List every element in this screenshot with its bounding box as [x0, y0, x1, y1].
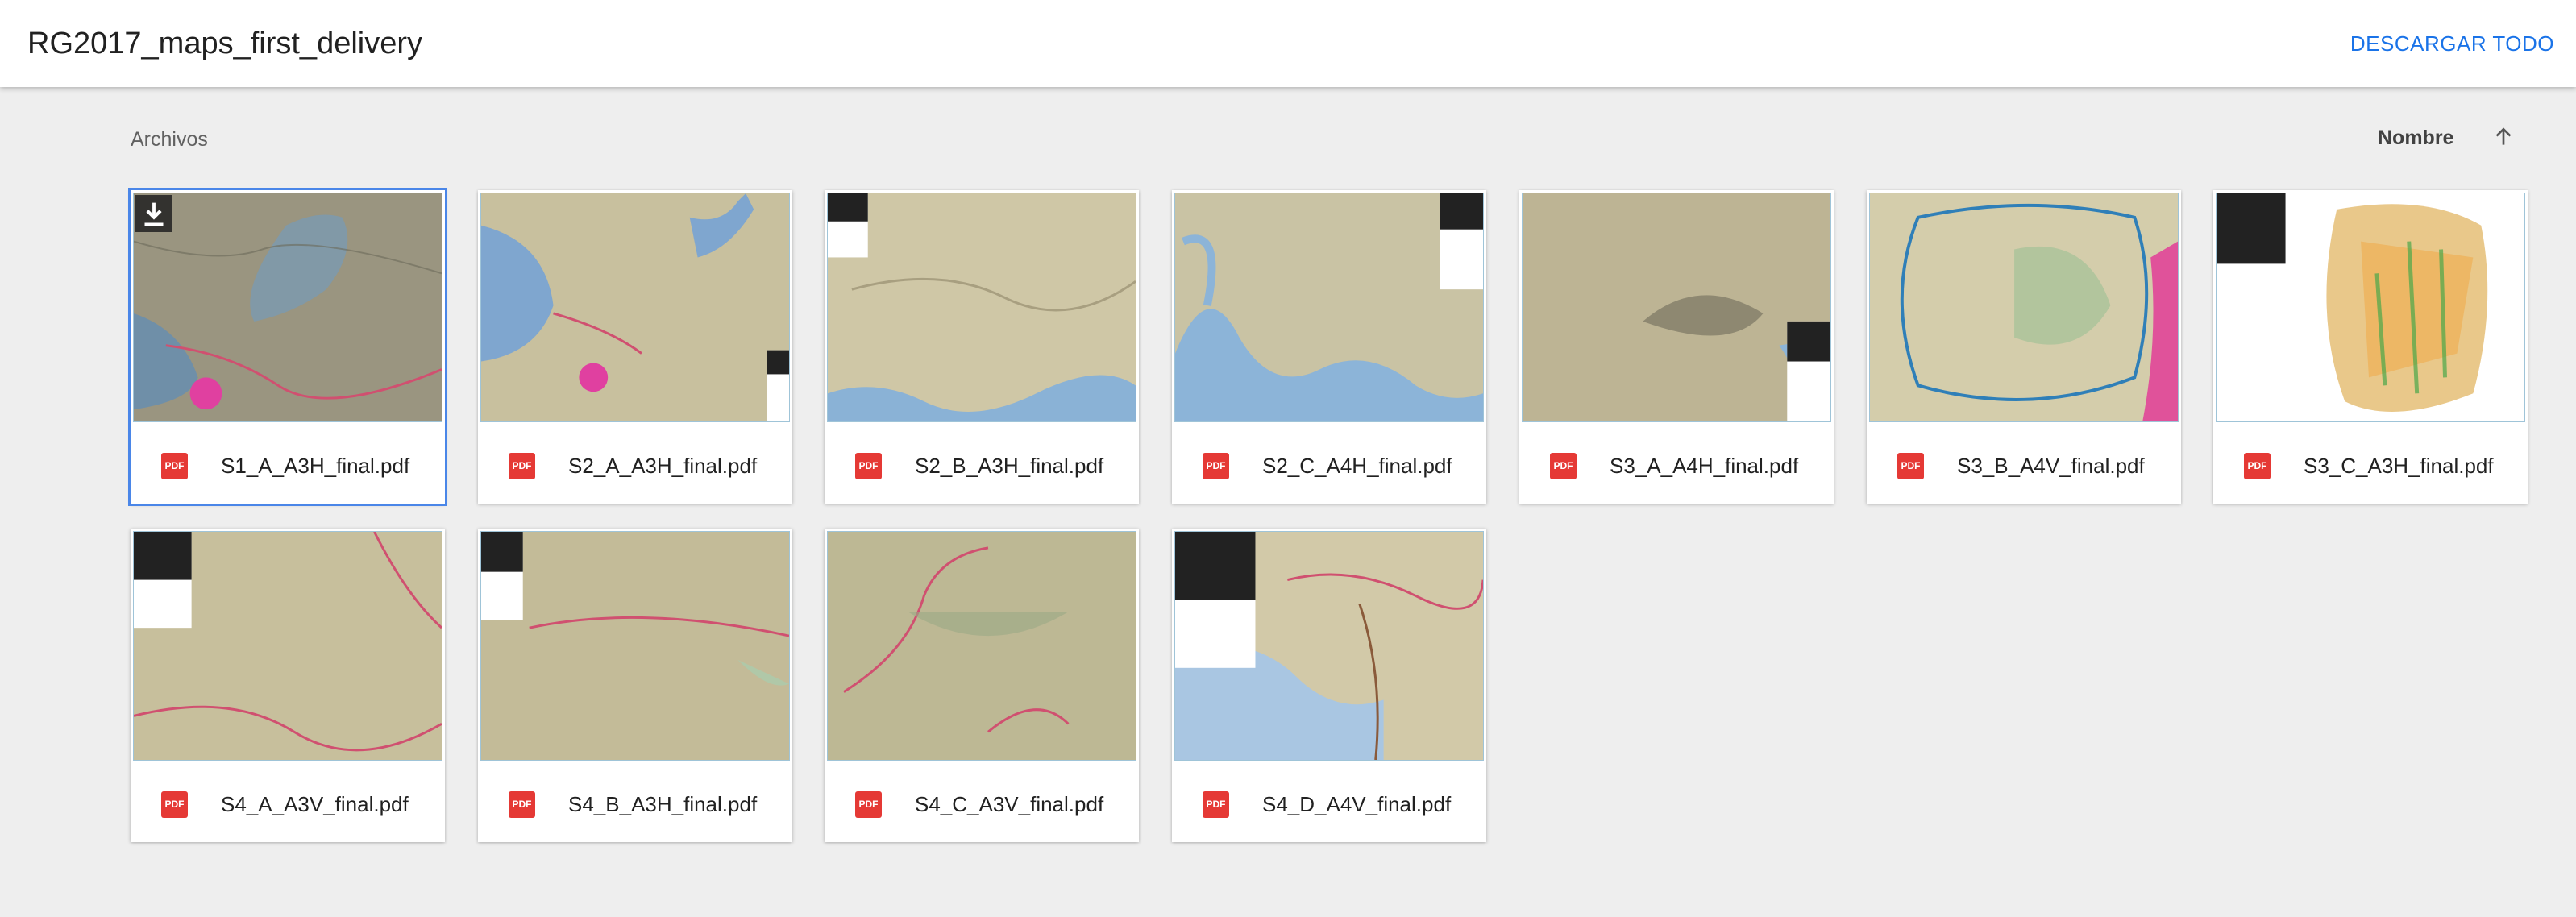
file-name: S2_C_A4H_final.pdf — [1262, 454, 1452, 478]
file-card[interactable]: PDF S3_B_A4V_final.pdf — [1867, 190, 2181, 504]
pdf-icon: PDF — [161, 791, 188, 818]
file-card-footer: PDF S1_A_A3H_final.pdf — [131, 424, 445, 504]
file-card-footer: PDF S4_B_A3H_final.pdf — [478, 762, 792, 842]
file-thumbnail — [133, 193, 442, 422]
pdf-icon: PDF — [509, 453, 535, 479]
file-card[interactable]: PDF S4_C_A3V_final.pdf — [825, 529, 1139, 842]
file-card[interactable]: PDF S4_A_A3V_final.pdf — [131, 529, 445, 842]
file-card-footer: PDF S2_B_A3H_final.pdf — [825, 424, 1139, 504]
file-card-footer: PDF S3_A_A4H_final.pdf — [1519, 424, 1834, 504]
file-thumbnail — [827, 531, 1136, 761]
pdf-icon: PDF — [1203, 453, 1229, 479]
file-card[interactable]: PDF S3_A_A4H_final.pdf — [1519, 190, 1834, 504]
file-name: S4_A_A3V_final.pdf — [221, 792, 409, 816]
file-card[interactable]: PDF S4_B_A3H_final.pdf — [478, 529, 792, 842]
file-thumbnail — [827, 193, 1136, 422]
file-name: S3_C_A3H_final.pdf — [2304, 454, 2494, 478]
file-card-footer: PDF S4_C_A3V_final.pdf — [825, 762, 1139, 842]
pdf-icon: PDF — [2244, 453, 2271, 479]
file-card[interactable]: PDF S1_A_A3H_final.pdf — [128, 188, 447, 506]
arrow-upward-icon[interactable] — [2491, 121, 2516, 151]
file-card[interactable]: PDF S2_A_A3H_final.pdf — [478, 190, 792, 504]
file-card-footer: PDF S4_D_A4V_final.pdf — [1172, 762, 1486, 842]
file-name: S4_D_A4V_final.pdf — [1262, 792, 1452, 816]
top-bar: RG2017_maps_first_delivery DESCARGAR TOD… — [0, 0, 2576, 87]
file-name: S4_B_A3H_final.pdf — [568, 792, 758, 816]
pdf-icon: PDF — [509, 791, 535, 818]
file-thumbnail — [1174, 193, 1484, 422]
file-name: S4_C_A3V_final.pdf — [915, 792, 1104, 816]
file-card-footer: PDF S3_B_A4V_final.pdf — [1867, 424, 2181, 504]
pdf-icon: PDF — [855, 453, 882, 479]
files-section-label: Archivos — [131, 128, 208, 151]
download-all-button[interactable]: DESCARGAR TODO — [2350, 29, 2554, 58]
file-thumbnail — [1174, 531, 1484, 761]
pdf-icon: PDF — [855, 791, 882, 818]
page-title: RG2017_maps_first_delivery — [27, 27, 423, 60]
file-card[interactable]: PDF S2_B_A3H_final.pdf — [825, 190, 1139, 504]
sort-by-name-button[interactable]: Nombre — [2378, 124, 2453, 151]
pdf-icon: PDF — [161, 453, 188, 479]
file-card[interactable]: PDF S2_C_A4H_final.pdf — [1172, 190, 1486, 504]
pdf-icon: PDF — [1897, 453, 1924, 479]
pdf-icon: PDF — [1203, 791, 1229, 818]
file-card[interactable]: PDF S4_D_A4V_final.pdf — [1172, 529, 1486, 842]
file-name: S2_B_A3H_final.pdf — [915, 454, 1104, 478]
file-thumbnail — [2216, 193, 2525, 422]
file-thumbnail — [480, 531, 790, 761]
file-name: S1_A_A3H_final.pdf — [221, 454, 410, 478]
file-thumbnail — [1869, 193, 2179, 422]
file-card-footer: PDF S2_C_A4H_final.pdf — [1172, 424, 1486, 504]
file-card-footer: PDF S3_C_A3H_final.pdf — [2213, 424, 2528, 504]
file-thumbnail — [133, 531, 442, 761]
file-card-footer: PDF S2_A_A3H_final.pdf — [478, 424, 792, 504]
file-card-footer: PDF S4_A_A3V_final.pdf — [131, 762, 445, 842]
file-card[interactable]: PDF S3_C_A3H_final.pdf — [2213, 190, 2528, 504]
pdf-icon: PDF — [1550, 453, 1577, 479]
file-name: S3_A_A4H_final.pdf — [1610, 454, 1799, 478]
file-name: S3_B_A4V_final.pdf — [1957, 454, 2145, 478]
download-icon[interactable] — [135, 195, 172, 232]
file-thumbnail — [1522, 193, 1831, 422]
file-name: S2_A_A3H_final.pdf — [568, 454, 758, 478]
file-thumbnail — [480, 193, 790, 422]
